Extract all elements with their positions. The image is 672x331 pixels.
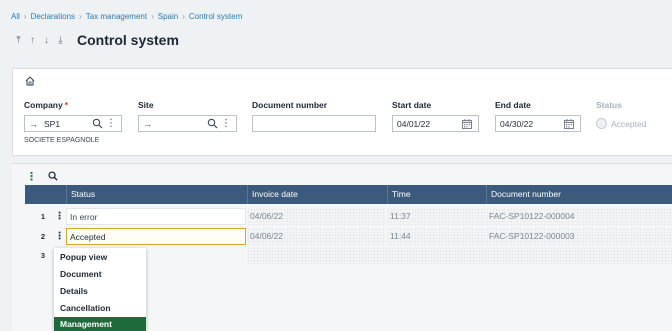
breadcrumb-separator-icon: › bbox=[23, 11, 27, 21]
previous-record-icon[interactable]: ↑ bbox=[28, 35, 37, 46]
end-date-field[interactable]: 04/30/22 bbox=[495, 115, 581, 132]
site-field[interactable]: → ⋮ bbox=[138, 115, 237, 132]
breadcrumb: All › Declarations › Tax management › Sp… bbox=[11, 10, 242, 22]
menu-item-management[interactable]: Management bbox=[54, 317, 146, 331]
search-icon[interactable] bbox=[92, 118, 103, 129]
more-options-icon[interactable]: ⋮ bbox=[221, 118, 231, 129]
column-header-invoice-date[interactable]: Invoice date bbox=[247, 185, 387, 204]
column-header-status[interactable]: Status bbox=[66, 185, 247, 204]
calendar-icon[interactable] bbox=[462, 119, 472, 129]
home-icon[interactable] bbox=[24, 75, 36, 87]
breadcrumb-separator-icon: › bbox=[79, 11, 82, 21]
criteria-panel: Company * → SP1 ⋮ SOCIETE ESPAGNOLE Site … bbox=[12, 68, 672, 156]
breadcrumb-item-control-system[interactable]: Control system bbox=[189, 12, 242, 21]
table-row[interactable]: 1 ⋮ In error 04/06/22 11:37 FAC-SP10122-… bbox=[25, 207, 672, 226]
cell-status[interactable]: Accepted bbox=[66, 228, 246, 245]
company-description: SOCIETE ESPAGNOLE bbox=[24, 137, 100, 144]
radio-icon[interactable] bbox=[596, 118, 607, 129]
row-actions-icon[interactable]: ⋮ bbox=[54, 207, 65, 226]
calendar-icon[interactable] bbox=[564, 119, 574, 129]
company-label: Company * bbox=[24, 100, 68, 110]
cell-invoice-date: 04/06/22 bbox=[247, 208, 386, 225]
breadcrumb-item-spain[interactable]: Spain bbox=[158, 12, 178, 21]
first-record-icon[interactable]: ⤒ bbox=[14, 35, 23, 46]
grid-toolbar: ⋮ bbox=[26, 170, 58, 183]
company-field[interactable]: → SP1 ⋮ bbox=[24, 115, 122, 132]
column-header-document-number[interactable]: Document number bbox=[486, 185, 672, 204]
site-label: Site bbox=[138, 100, 154, 110]
grid-actions-icon[interactable]: ⋮ bbox=[26, 170, 37, 183]
document-number-label: Document number bbox=[252, 100, 328, 110]
end-date-label: End date bbox=[495, 100, 531, 110]
document-number-field[interactable] bbox=[252, 115, 376, 132]
cell-document-number: FAC-SP10122-000004 bbox=[486, 208, 672, 225]
breadcrumb-item-tax-management[interactable]: Tax management bbox=[86, 12, 147, 21]
page-title: Control system bbox=[77, 32, 179, 48]
cell-empty bbox=[247, 247, 672, 264]
title-bar: ⤒ ↑ ↓ ⤓ Control system bbox=[14, 31, 179, 49]
start-date-value: 04/01/22 bbox=[397, 118, 431, 129]
breadcrumb-item-declarations[interactable]: Declarations bbox=[31, 12, 75, 21]
cell-document-number: FAC-SP10122-000003 bbox=[486, 228, 672, 245]
record-navigation: ⤒ ↑ ↓ ⤓ bbox=[14, 35, 65, 46]
grid-search-icon[interactable] bbox=[48, 171, 58, 181]
cell-time: 11:44 bbox=[387, 228, 485, 245]
menu-item-document[interactable]: Document bbox=[54, 266, 146, 283]
cell-invoice-date: 04/06/22 bbox=[247, 228, 386, 245]
start-date-label: Start date bbox=[392, 100, 432, 110]
row-number: 2 bbox=[40, 232, 45, 241]
cell-status[interactable]: In error bbox=[66, 208, 246, 225]
row-actions-icon[interactable]: ⋮ bbox=[54, 227, 65, 246]
grid-header: Status Invoice date Time Document number bbox=[25, 185, 672, 204]
company-value: SP1 bbox=[44, 118, 61, 129]
status-option-label: Accepted bbox=[611, 118, 647, 129]
link-arrow-icon[interactable]: → bbox=[143, 119, 152, 129]
more-options-icon[interactable]: ⋮ bbox=[106, 118, 116, 129]
row-number: 1 bbox=[40, 212, 45, 221]
menu-item-details[interactable]: Details bbox=[54, 283, 146, 300]
row-number: 3 bbox=[40, 251, 45, 260]
breadcrumb-separator-icon: › bbox=[151, 11, 154, 21]
last-record-icon[interactable]: ⤓ bbox=[56, 35, 65, 46]
company-label-text: Company bbox=[24, 100, 63, 110]
required-mark: * bbox=[64, 100, 69, 110]
status-option-accepted[interactable]: Accepted bbox=[596, 115, 646, 132]
next-record-icon[interactable]: ↓ bbox=[42, 35, 51, 46]
search-icon[interactable] bbox=[207, 118, 218, 129]
row-context-menu: Popup view Document Details Cancellation… bbox=[54, 248, 146, 331]
menu-item-popup-view[interactable]: Popup view bbox=[54, 249, 146, 266]
link-arrow-icon[interactable]: → bbox=[29, 119, 38, 129]
start-date-field[interactable]: 04/01/22 bbox=[392, 115, 479, 132]
menu-item-cancellation[interactable]: Cancellation bbox=[54, 300, 146, 317]
cell-time: 11:37 bbox=[387, 208, 485, 225]
breadcrumb-separator-icon: › bbox=[182, 11, 185, 21]
breadcrumb-item-all[interactable]: All bbox=[11, 12, 20, 21]
table-row[interactable]: 2 ⋮ Accepted 04/06/22 11:44 FAC-SP10122-… bbox=[25, 227, 672, 246]
end-date-value: 04/30/22 bbox=[500, 118, 534, 129]
status-label: Status bbox=[596, 100, 622, 110]
column-header-time[interactable]: Time bbox=[387, 185, 486, 204]
